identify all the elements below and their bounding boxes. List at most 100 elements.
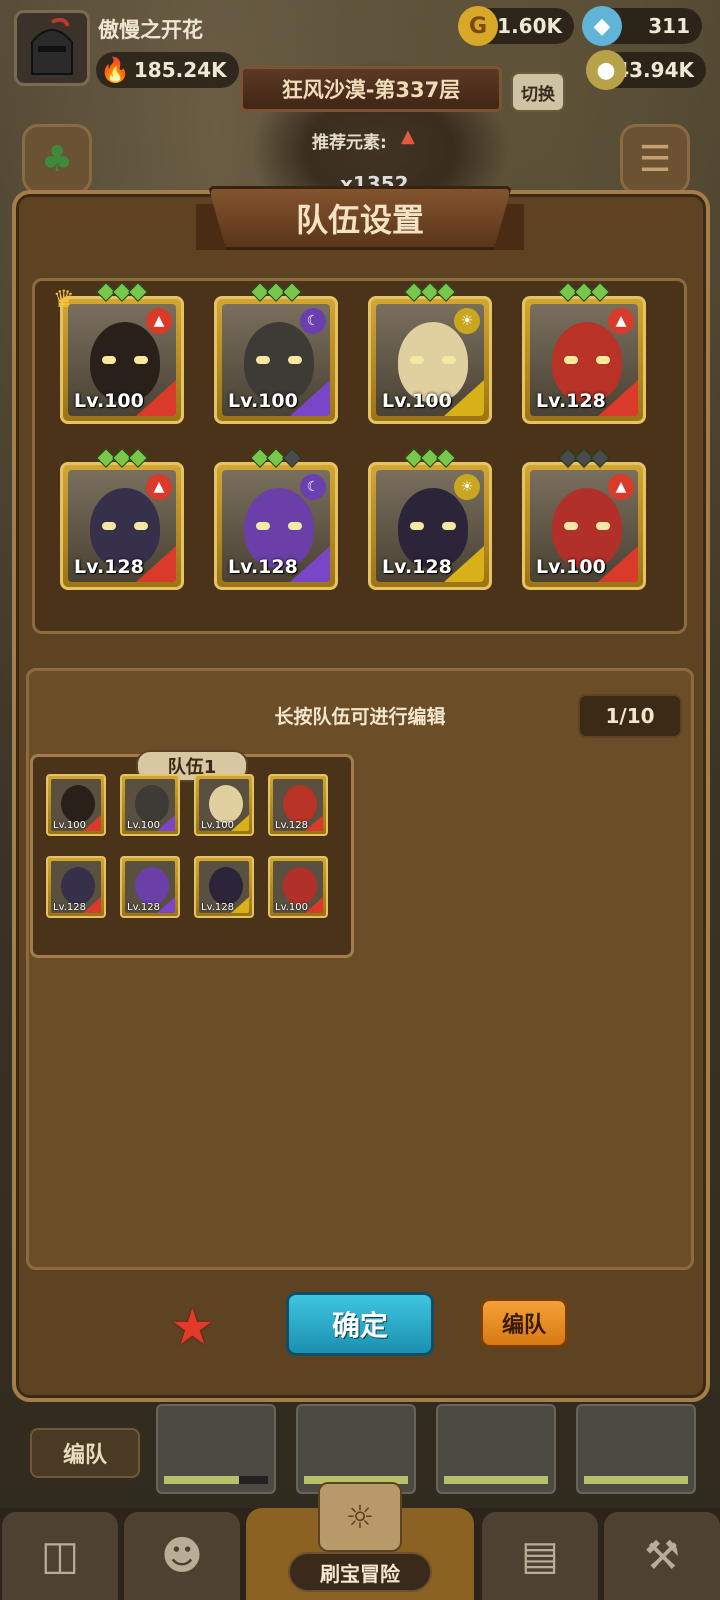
hero-card[interactable]: ☾ Lv.100 xyxy=(214,282,338,424)
hero-star-row xyxy=(250,448,302,468)
hero-card[interactable]: ▲ Lv.100 xyxy=(522,448,646,590)
mini-hero-card: Lv.128 xyxy=(46,856,106,918)
hero-eyes xyxy=(564,356,610,366)
potion-counter[interactable]: ● 243.94K xyxy=(586,50,706,90)
gem-counter[interactable]: ◆ 311 xyxy=(582,6,702,46)
switch-stage-button[interactable]: 切换 xyxy=(511,72,565,112)
hero-eyes xyxy=(256,522,302,532)
mini-hero-card: Lv.128 xyxy=(120,856,180,918)
mini-hero-card: Lv.100 xyxy=(268,856,328,918)
confirm-button[interactable]: 确定 xyxy=(286,1292,434,1356)
gold-counter[interactable]: G 31.60K xyxy=(458,6,574,46)
mini-portrait: Lv.100 xyxy=(199,779,249,831)
hero-portrait: ☀ Lv.100 xyxy=(376,304,484,416)
mini-hero-card: Lv.100 xyxy=(120,774,180,836)
hero-portrait: ▲ Lv.128 xyxy=(530,304,638,416)
hero-card[interactable]: ☀ Lv.100 xyxy=(368,282,492,424)
clover-icon[interactable]: ♣ xyxy=(22,124,92,194)
hero-eyes xyxy=(102,356,148,366)
hero-star-row xyxy=(558,448,610,468)
hero-level: Lv.128 xyxy=(74,556,144,578)
mini-portrait: Lv.128 xyxy=(199,861,249,913)
power-display: 🔥 185.24K xyxy=(96,52,239,88)
star-gem xyxy=(128,282,148,302)
diamond-icon: ◆ xyxy=(582,6,622,46)
bottom-hero-slot[interactable] xyxy=(576,1404,696,1494)
bottom-hero-slot[interactable] xyxy=(436,1404,556,1494)
hero-portrait: ▲ Lv.128 xyxy=(68,470,176,582)
forge-icon[interactable]: ⚒ xyxy=(604,1512,720,1600)
fire-element-icon: ▲ xyxy=(608,308,634,334)
hero-level: Lv.100 xyxy=(74,390,144,412)
mini-hero-level: Lv.128 xyxy=(201,902,234,913)
star-gem xyxy=(590,282,610,302)
panel-title: 队伍设置 xyxy=(208,186,512,250)
mini-portrait: Lv.128 xyxy=(273,779,323,831)
hero-card[interactable]: ☀ Lv.128 xyxy=(368,448,492,590)
mini-hero-card: Lv.100 xyxy=(194,774,254,836)
mini-hero-level: Lv.100 xyxy=(53,820,86,831)
scroll-icon[interactable]: ☰ xyxy=(620,124,690,194)
hero-eyes xyxy=(256,356,302,366)
hero-level: Lv.100 xyxy=(382,390,452,412)
hero-card[interactable]: ▲ Lv.128 xyxy=(522,282,646,424)
hero-card[interactable]: ☾ Lv.128 xyxy=(214,448,338,590)
hero-card[interactable]: ▲ Lv.128 xyxy=(60,448,184,590)
mini-portrait: Lv.100 xyxy=(273,861,323,913)
mini-portrait: Lv.100 xyxy=(125,779,175,831)
gold-coin-icon: G xyxy=(458,6,498,46)
hero-eyes xyxy=(564,522,610,532)
mini-hero-card: Lv.100 xyxy=(46,774,106,836)
adventure-nav-label[interactable]: 刷宝冒险 xyxy=(288,1552,432,1592)
mini-hero-level: Lv.128 xyxy=(127,902,160,913)
shop-icon[interactable]: ◫ xyxy=(2,1512,118,1600)
moon-element-icon: ☾ xyxy=(300,474,326,500)
hero-star-row xyxy=(404,282,456,302)
fire-element-icon: ▲ xyxy=(146,308,172,334)
hero-portrait: ☾ Lv.128 xyxy=(222,470,330,582)
treasure-map-icon[interactable]: ☼ xyxy=(318,1482,402,1552)
hero-eyes xyxy=(102,522,148,532)
hero-level: Lv.128 xyxy=(536,390,606,412)
hero-portrait: ☀ Lv.128 xyxy=(376,470,484,582)
sun-element-icon: ☀ xyxy=(454,308,480,334)
mini-hero-card: Lv.128 xyxy=(268,774,328,836)
hero-level: Lv.128 xyxy=(228,556,298,578)
hero-portrait: ▲ Lv.100 xyxy=(530,470,638,582)
hero-eyes xyxy=(410,522,456,532)
player-name: 傲慢之开花 xyxy=(98,18,203,42)
hero-star-row xyxy=(250,282,302,302)
bottom-hero-slot[interactable] xyxy=(296,1404,416,1494)
hero-star-row xyxy=(404,448,456,468)
formation-button[interactable]: 编队 xyxy=(480,1298,568,1348)
mini-portrait: Lv.100 xyxy=(51,779,101,831)
fire-element-icon: ▲ xyxy=(608,474,634,500)
team-count: 1/10 xyxy=(578,694,682,738)
star-icon[interactable]: ★ xyxy=(170,1298,215,1356)
hero-star-row xyxy=(96,282,148,302)
hero-portrait: ▲ Lv.100 xyxy=(68,304,176,416)
bottom-formation-button[interactable]: 编队 xyxy=(30,1428,140,1478)
player-avatar[interactable] xyxy=(14,10,90,86)
mini-hero-level: Lv.100 xyxy=(201,820,234,831)
hero-nav-icon[interactable]: ☻ xyxy=(124,1512,240,1600)
hero-eyes xyxy=(410,356,456,366)
mini-hero-level: Lv.100 xyxy=(275,902,308,913)
moon-element-icon: ☾ xyxy=(300,308,326,334)
mini-hero-level: Lv.128 xyxy=(275,820,308,831)
bottom-hero-slot[interactable] xyxy=(156,1404,276,1494)
hero-level: Lv.128 xyxy=(382,556,452,578)
hero-level: Lv.100 xyxy=(228,390,298,412)
star-gem xyxy=(282,448,302,468)
backpack-icon[interactable]: ▤ xyxy=(482,1512,598,1600)
mini-hero-level: Lv.128 xyxy=(53,902,86,913)
recommended-element-label: 推荐元素: xyxy=(312,133,387,153)
hero-portrait: ☾ Lv.100 xyxy=(222,304,330,416)
potion-jar-icon: ● xyxy=(586,50,626,90)
power-value: 185.24K xyxy=(133,58,227,82)
stage-title: 狂风沙漠-第337层 xyxy=(240,66,502,112)
knight-helmet-icon xyxy=(31,18,73,75)
mini-portrait: Lv.128 xyxy=(125,861,175,913)
sun-element-icon: ☀ xyxy=(454,474,480,500)
hero-card[interactable]: ♛ ▲ Lv.100 xyxy=(53,282,184,424)
